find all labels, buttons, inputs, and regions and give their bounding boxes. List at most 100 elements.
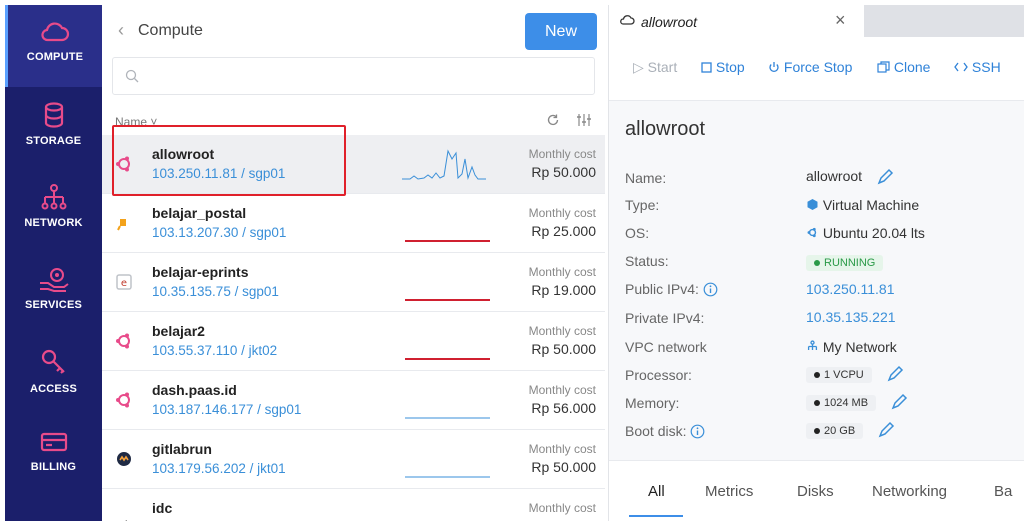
sidebar-item-label: NETWORK bbox=[24, 217, 83, 229]
table-row[interactable]: e belajar-eprints 10.35.135.75 / sgp01 M… bbox=[102, 253, 605, 312]
power-icon bbox=[769, 62, 779, 72]
info-icon[interactable] bbox=[703, 282, 718, 297]
boot-disk-label: Boot disk: bbox=[625, 423, 687, 439]
prop-label-boot-disk: Boot disk: bbox=[625, 423, 705, 439]
instance-address: 103.250.11.81 / sgp01 bbox=[152, 166, 286, 181]
services-icon bbox=[39, 268, 69, 292]
key-icon bbox=[41, 349, 65, 374]
ubuntu-icon bbox=[116, 333, 130, 349]
instance-name: belajar-eprints bbox=[152, 264, 249, 280]
cloud-icon bbox=[620, 15, 635, 25]
detail-tabs: All Metrics Disks Networking Ba bbox=[609, 460, 1024, 521]
instance-address: 103.187.146.177 / sgp01 bbox=[152, 402, 302, 417]
instance-name: allowroot bbox=[152, 146, 215, 162]
prop-label-name: Name: bbox=[625, 170, 667, 186]
processor-text: 1 VCPU bbox=[824, 369, 864, 381]
cost-label: Monthly cost bbox=[528, 147, 596, 161]
filter-settings-icon[interactable] bbox=[576, 113, 592, 127]
cpu-sparkline bbox=[402, 149, 486, 180]
prop-label-private-ip: Private IPv4: bbox=[625, 310, 705, 326]
edit-pencil-icon[interactable] bbox=[890, 393, 908, 411]
card-icon bbox=[40, 432, 67, 452]
edit-pencil-icon[interactable] bbox=[876, 168, 894, 186]
table-row[interactable]: idc Monthly cost bbox=[102, 489, 605, 521]
cpu-sparkline bbox=[405, 358, 490, 360]
tab-all[interactable]: All bbox=[648, 483, 665, 500]
cost-value: Rp 50.000 bbox=[531, 341, 596, 357]
sidebar-item-services[interactable]: SERVICES bbox=[5, 251, 102, 333]
database-icon bbox=[44, 102, 63, 128]
breadcrumb: Compute bbox=[138, 22, 203, 39]
info-icon[interactable] bbox=[690, 424, 705, 439]
sidebar-item-storage[interactable]: STORAGE bbox=[5, 87, 102, 169]
table-row[interactable]: belajar2 103.55.37.110 / jkt02 Monthly c… bbox=[102, 312, 605, 371]
instance-name: idc bbox=[152, 500, 173, 516]
other-os-icon bbox=[125, 520, 127, 521]
close-icon[interactable]: × bbox=[835, 10, 846, 31]
prop-label-memory: Memory: bbox=[625, 395, 680, 411]
search-input[interactable] bbox=[147, 64, 587, 90]
cpu-sparkline bbox=[405, 417, 490, 419]
prop-label-public-ip: Public IPv4: bbox=[625, 281, 718, 297]
ssh-button[interactable]: SSH bbox=[954, 59, 1001, 75]
new-button[interactable]: New bbox=[525, 13, 597, 50]
clone-button[interactable]: Clone bbox=[877, 59, 930, 75]
prop-label-status: Status: bbox=[625, 253, 669, 269]
cost-label: Monthly cost bbox=[528, 442, 596, 456]
table-row[interactable]: belajar_postal 103.13.207.30 / sgp01 Mon… bbox=[102, 194, 605, 253]
status-text: RUNNING bbox=[824, 257, 876, 269]
stop-button[interactable]: Stop bbox=[701, 59, 745, 75]
instance-name: gitlabrun bbox=[152, 441, 212, 457]
instance-name: belajar_postal bbox=[152, 205, 247, 221]
prop-label-type: Type: bbox=[625, 197, 660, 213]
svg-text:e: e bbox=[121, 278, 127, 289]
table-row[interactable]: dash.paas.id 103.187.146.177 / sgp01 Mon… bbox=[102, 371, 605, 430]
chevron-left-icon[interactable]: ‹ bbox=[118, 20, 134, 40]
prop-value-status: RUNNING bbox=[806, 253, 884, 271]
tab-backups[interactable]: Ba bbox=[994, 483, 1012, 500]
active-tab-indicator bbox=[629, 515, 683, 517]
tab-allowroot[interactable]: allowroot × bbox=[609, 5, 864, 37]
force-stop-button[interactable]: Force Stop bbox=[768, 59, 852, 75]
detail-panel: allowroot × ▷ Start Stop Force Stop Clon… bbox=[608, 5, 1024, 521]
edit-pencil-icon[interactable] bbox=[886, 365, 904, 383]
prop-label-processor: Processor: bbox=[625, 367, 692, 383]
cost-label: Monthly cost bbox=[528, 265, 596, 279]
network-icon bbox=[807, 340, 818, 350]
refresh-icon[interactable] bbox=[546, 113, 560, 127]
vm-os-value: Ubuntu 20.04 lts bbox=[822, 225, 925, 241]
start-button[interactable]: ▷ Start bbox=[633, 59, 677, 76]
table-row[interactable]: allowroot 103.250.11.81 / sgp01 Monthly … bbox=[102, 135, 605, 194]
edit-pencil-icon[interactable] bbox=[877, 421, 895, 439]
cloud-icon bbox=[41, 22, 70, 42]
sidebar-item-billing[interactable]: BILLING bbox=[5, 415, 102, 497]
private-ip-value[interactable]: 10.35.135.221 bbox=[806, 309, 896, 325]
cpu-sparkline bbox=[405, 476, 490, 478]
cost-label: Monthly cost bbox=[528, 501, 596, 515]
prop-value-boot-disk: 20 GB bbox=[806, 421, 895, 439]
instance-name: dash.paas.id bbox=[152, 382, 237, 398]
name-sort-header[interactable]: Name ˅ bbox=[115, 115, 157, 129]
sidebar-item-network[interactable]: NETWORK bbox=[5, 169, 102, 251]
vm-type-value: Virtual Machine bbox=[822, 197, 920, 213]
cost-label: Monthly cost bbox=[528, 324, 596, 338]
prop-value-memory: 1024 MB bbox=[806, 393, 908, 411]
sidebar-item-compute[interactable]: COMPUTE bbox=[5, 5, 102, 87]
search-field[interactable] bbox=[112, 57, 595, 95]
tab-networking[interactable]: Networking bbox=[872, 483, 947, 500]
tab-label: allowroot bbox=[641, 14, 698, 30]
public-ip-value[interactable]: 103.250.11.81 bbox=[806, 281, 895, 297]
instance-address: 103.13.207.30 / sgp01 bbox=[152, 225, 287, 240]
sidebar-item-access[interactable]: ACCESS bbox=[5, 333, 102, 415]
memory-badge: 1024 MB bbox=[806, 395, 877, 411]
cube-icon bbox=[807, 199, 818, 210]
table-row[interactable]: gitlabrun 103.179.56.202 / jkt01 Monthly… bbox=[102, 430, 605, 489]
instance-address: 103.55.37.110 / jkt02 bbox=[152, 343, 278, 358]
tab-disks[interactable]: Disks bbox=[797, 483, 834, 500]
ssh-label: SSH bbox=[971, 59, 1001, 75]
sidebar-item-label: ACCESS bbox=[29, 383, 78, 395]
prop-value-vpc[interactable]: My Network bbox=[806, 339, 897, 355]
prop-value-name: allowroot bbox=[806, 168, 894, 186]
tab-metrics[interactable]: Metrics bbox=[705, 483, 753, 500]
vm-name-value: allowroot bbox=[806, 168, 863, 184]
